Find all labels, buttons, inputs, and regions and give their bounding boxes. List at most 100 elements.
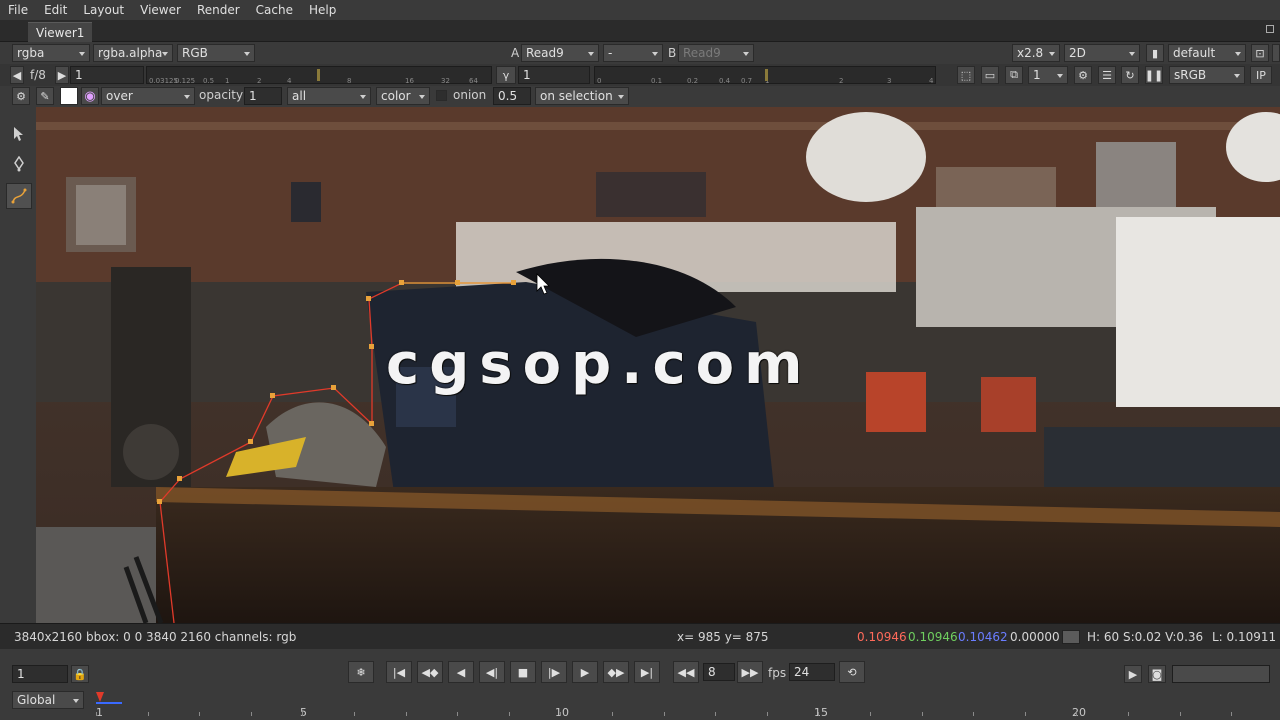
record-icon[interactable]: ◙ (1148, 665, 1166, 683)
next-frame-icon[interactable]: ▶ (572, 661, 598, 683)
white-swatch-icon[interactable] (60, 87, 78, 105)
color-picker-icon[interactable]: ✎ (36, 87, 54, 105)
step-back-icon[interactable]: ◀◀ (673, 661, 699, 683)
gamma-slider[interactable]: 0 0.1 0.2 0.4 0.7 1 2 3 4 (594, 66, 936, 85)
menu-viewer[interactable]: Viewer (132, 3, 189, 17)
lock-icon[interactable]: ▮ (1146, 44, 1164, 62)
refresh-icon[interactable]: ↻ (1121, 66, 1139, 84)
color-mode-dropdown[interactable]: color (376, 87, 430, 105)
timeline-bar: 1 🔒 ❄ |◀ ◀◆ ◀ ◀| ■ |▶ ▶ ◆▶ ▶| ◀◀ 8 ▶▶ fp… (0, 649, 1280, 720)
overscan-icon[interactable]: ▭ (981, 66, 999, 84)
gamma-label: γ (496, 66, 516, 84)
menu-file[interactable]: File (0, 3, 36, 17)
colorspace-dropdown[interactable]: sRGB (1169, 66, 1245, 84)
zoom-dropdown[interactable]: x2.8 (1012, 44, 1060, 62)
loop-icon[interactable]: ⟲ (839, 661, 865, 683)
current-frame-field[interactable]: 1 (12, 665, 68, 683)
viewer-toolbar-exposure: ◀ f/8 ▶ 1 0.03125 0.125 0.5 1 2 4 8 16 3… (0, 64, 1280, 86)
scope-dropdown[interactable]: Global (12, 691, 84, 709)
gamma-tick-0: 0 (597, 77, 602, 85)
render-field[interactable] (1172, 665, 1270, 683)
gamma-tick-4: 0.7 (741, 77, 753, 85)
fps-field[interactable]: 24 (789, 663, 835, 681)
gain-tick-1: 0.125 (175, 77, 196, 85)
input-a-label: A (511, 46, 520, 60)
viewer-canvas[interactable]: cgsop.com (36, 107, 1280, 623)
bezier-tool-icon[interactable] (6, 183, 32, 209)
gain-tick-2: 0.5 (203, 77, 215, 85)
freeze-icon[interactable]: ❄ (348, 661, 374, 683)
play-forward-icon[interactable]: |▶ (541, 661, 567, 683)
cursor-coords: x= 985 y= 875 (677, 630, 769, 644)
prev-frame-icon[interactable]: ◀ (448, 661, 474, 683)
timeline-minor-tick (560, 712, 562, 716)
next-keyframe-icon[interactable]: ◆▶ (603, 661, 629, 683)
timeline-minor-tick (766, 712, 768, 716)
select-tool-icon[interactable] (6, 121, 32, 147)
tab-viewer1[interactable]: Viewer1 (28, 22, 93, 42)
pause-icon[interactable]: ❚❚ (1145, 66, 1163, 84)
menu-render[interactable]: Render (189, 3, 248, 17)
on-selection-dropdown[interactable]: on selection (535, 87, 629, 105)
prev-keyframe-icon[interactable]: ◀◆ (417, 661, 443, 683)
points-tool-icon[interactable] (6, 151, 32, 177)
render-region-icon[interactable]: ⚙ (1074, 66, 1092, 84)
onion-checkbox[interactable] (436, 90, 447, 101)
input-a-dropdown[interactable]: Read9 (521, 44, 599, 62)
stop-icon[interactable]: ■ (510, 661, 536, 683)
last-frame-icon[interactable]: ▶| (634, 661, 660, 683)
timeline-minor-tick (1076, 712, 1078, 716)
onion-field[interactable]: 0.5 (493, 87, 531, 105)
lut-dropdown[interactable]: default (1168, 44, 1246, 62)
gamma-tick-3: 0.4 (719, 77, 731, 85)
menu-edit[interactable]: Edit (36, 3, 75, 17)
menu-help[interactable]: Help (301, 3, 344, 17)
input-b-label: B (668, 46, 677, 60)
menu-layout[interactable]: Layout (75, 3, 132, 17)
roto-toolbar (0, 107, 36, 623)
alpha-channel-dropdown[interactable]: rgba.alpha (93, 44, 173, 62)
timeline-minor-tick (147, 712, 149, 716)
step-forward-icon[interactable]: ▶▶ (737, 661, 763, 683)
gain-tick-9: 64 (469, 77, 478, 85)
settings-gear-icon[interactable]: ⚙ (12, 87, 30, 105)
input-b-dropdown[interactable]: Read9 (678, 44, 754, 62)
gamma-field[interactable]: 1 (518, 66, 590, 84)
view-mode-dropdown[interactable]: 2D (1064, 44, 1140, 62)
viewer-toolbar-roto: ⚙ ✎ ◉ over opacity 1 all color onion 0.5… (0, 86, 1280, 107)
roi-toggle-icon[interactable]: ⬚ (957, 66, 975, 84)
first-frame-icon[interactable]: |◀ (386, 661, 412, 683)
gain-tick-5: 4 (287, 77, 292, 85)
playhead-icon[interactable] (96, 692, 104, 702)
layer-dropdown[interactable]: all (287, 87, 371, 105)
watermark-text: cgsop.com (386, 332, 813, 397)
gain-slider-handle[interactable] (317, 69, 320, 81)
timeline-minor-tick (715, 712, 717, 716)
float-pane-icon[interactable] (1266, 25, 1274, 33)
fstop-up-icon[interactable]: ▶ (55, 66, 69, 84)
play-backward-icon[interactable]: ◀| (479, 661, 505, 683)
roi-icon[interactable]: ⊡ (1251, 44, 1269, 62)
timeline-ruler[interactable]: 1 5 10 15 20 (96, 692, 1276, 719)
scanlines-icon[interactable]: ☰ (1098, 66, 1116, 84)
proxy-dropdown[interactable]: 1 (1028, 66, 1068, 84)
color-wheel-icon[interactable]: ◉ (81, 87, 99, 105)
gamma-tick-8: 4 (929, 77, 934, 85)
overflow-icon[interactable] (1272, 44, 1280, 62)
lock-frame-icon[interactable]: 🔒 (71, 665, 89, 683)
frame-step-field[interactable]: 8 (703, 663, 735, 681)
gamma-slider-handle[interactable] (765, 69, 768, 81)
format-info: 3840x2160 bbox: 0 0 3840 2160 channels: … (14, 630, 297, 644)
display-channel-dropdown[interactable]: RGB (177, 44, 255, 62)
menu-cache[interactable]: Cache (248, 3, 301, 17)
gain-slider[interactable]: 0.03125 0.125 0.5 1 2 4 8 16 32 64 (146, 66, 492, 85)
opacity-field[interactable]: 1 (244, 87, 282, 105)
proxy-icon[interactable]: ⧉ (1005, 66, 1023, 84)
input-process-button[interactable]: IP (1250, 66, 1272, 84)
gain-field[interactable]: 1 (70, 66, 144, 84)
wipe-operation-dropdown[interactable]: - (603, 44, 663, 62)
channels-dropdown[interactable]: rgba (12, 44, 90, 62)
composite-dropdown[interactable]: over (101, 87, 195, 105)
flipbook-icon[interactable]: ▶ (1124, 665, 1142, 683)
fstop-down-icon[interactable]: ◀ (10, 66, 24, 84)
